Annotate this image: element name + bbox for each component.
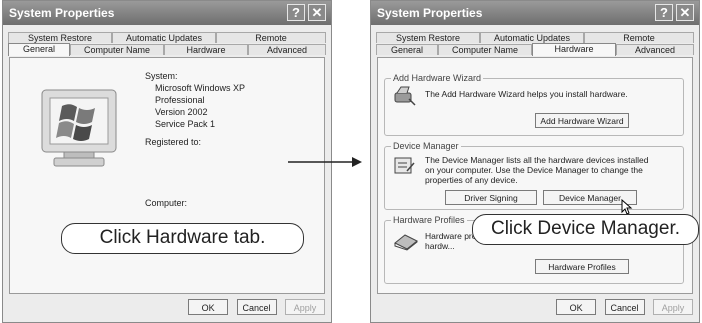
device-manager-description: The Device Manager lists all the hardwar… — [425, 155, 649, 185]
help-button[interactable]: ? — [287, 4, 305, 21]
close-button[interactable]: ✕ — [308, 4, 326, 21]
device-manager-group: Device Manager The Device Manager lists … — [384, 141, 684, 215]
tab-hardware[interactable]: Hardware — [164, 44, 248, 55]
os-name: Microsoft Windows XP — [155, 83, 246, 93]
arrow-right-icon — [288, 157, 362, 167]
computer-label: Computer: — [145, 198, 188, 208]
tab-advanced[interactable]: Advanced — [616, 44, 694, 55]
general-panel: System: Microsoft Windows XP Professiona… — [9, 57, 325, 294]
tab-computer-name[interactable]: Computer Name — [438, 44, 532, 55]
system-info: System: Microsoft Windows XP Professiona… — [145, 70, 245, 148]
system-properties-window-hardware: System Properties ? ✕ System Restore Aut… — [370, 0, 700, 323]
registered-label: Registered to: — [145, 137, 202, 147]
hardware-profiles-icon — [394, 234, 418, 251]
tab-remote[interactable]: Remote — [216, 32, 326, 43]
apply-button[interactable]: Apply — [653, 299, 693, 315]
close-button[interactable]: ✕ — [676, 4, 694, 21]
add-hardware-wizard-group: Add Hardware Wizard The Add Hardware Wiz… — [384, 73, 684, 136]
title-bar: System Properties ? ✕ — [3, 1, 331, 25]
tab-general[interactable]: General — [376, 44, 438, 55]
tab-general[interactable]: General — [8, 43, 70, 56]
callout-click-hardware-tab: Click Hardware tab. — [61, 223, 304, 254]
dialog-buttons: OK Cancel Apply — [184, 298, 325, 316]
ok-button[interactable]: OK — [556, 299, 597, 315]
tab-computer-name[interactable]: Computer Name — [70, 44, 164, 55]
add-hardware-wizard-button[interactable]: Add Hardware Wizard — [535, 113, 629, 128]
ok-button[interactable]: OK — [188, 299, 229, 315]
os-edition: Professional — [155, 95, 205, 105]
cancel-button[interactable]: Cancel — [604, 299, 645, 315]
tab-system-restore[interactable]: System Restore — [376, 32, 480, 43]
tab-automatic-updates[interactable]: Automatic Updates — [112, 32, 216, 43]
group-title: Add Hardware Wizard — [391, 73, 484, 83]
tab-hardware[interactable]: Hardware — [532, 43, 616, 56]
window-title: System Properties — [377, 6, 483, 20]
system-properties-window-general: System Properties ? ✕ System Restore Aut… — [2, 0, 332, 323]
os-version: Version 2002 — [155, 107, 208, 117]
tab-system-restore[interactable]: System Restore — [8, 32, 112, 43]
window-title: System Properties — [9, 6, 115, 20]
service-pack: Service Pack 1 — [155, 119, 216, 129]
wizard-description: The Add Hardware Wizard helps you instal… — [425, 89, 628, 99]
hardware-wizard-icon — [394, 86, 416, 106]
group-title: Device Manager — [391, 141, 461, 151]
dialog-buttons: OK Cancel Apply — [552, 298, 693, 316]
callout-click-device-manager: Click Device Manager. — [472, 214, 699, 245]
title-bar: System Properties ? ✕ — [371, 1, 699, 25]
hardware-panel: Add Hardware Wizard The Add Hardware Wiz… — [377, 57, 693, 294]
apply-button[interactable]: Apply — [285, 299, 325, 315]
help-button[interactable]: ? — [655, 4, 673, 21]
system-label: System: — [145, 71, 178, 81]
tab-advanced[interactable]: Advanced — [248, 44, 326, 55]
cancel-button[interactable]: Cancel — [236, 299, 277, 315]
hardware-profiles-button[interactable]: Hardware Profiles — [535, 259, 629, 274]
tab-automatic-updates[interactable]: Automatic Updates — [480, 32, 584, 43]
mouse-cursor-icon — [621, 199, 633, 215]
device-manager-icon — [394, 157, 415, 174]
group-title: Hardware Profiles — [391, 215, 467, 225]
tab-remote[interactable]: Remote — [584, 32, 694, 43]
driver-signing-button[interactable]: Driver Signing — [445, 190, 537, 205]
monitor-logo-icon — [41, 89, 117, 167]
